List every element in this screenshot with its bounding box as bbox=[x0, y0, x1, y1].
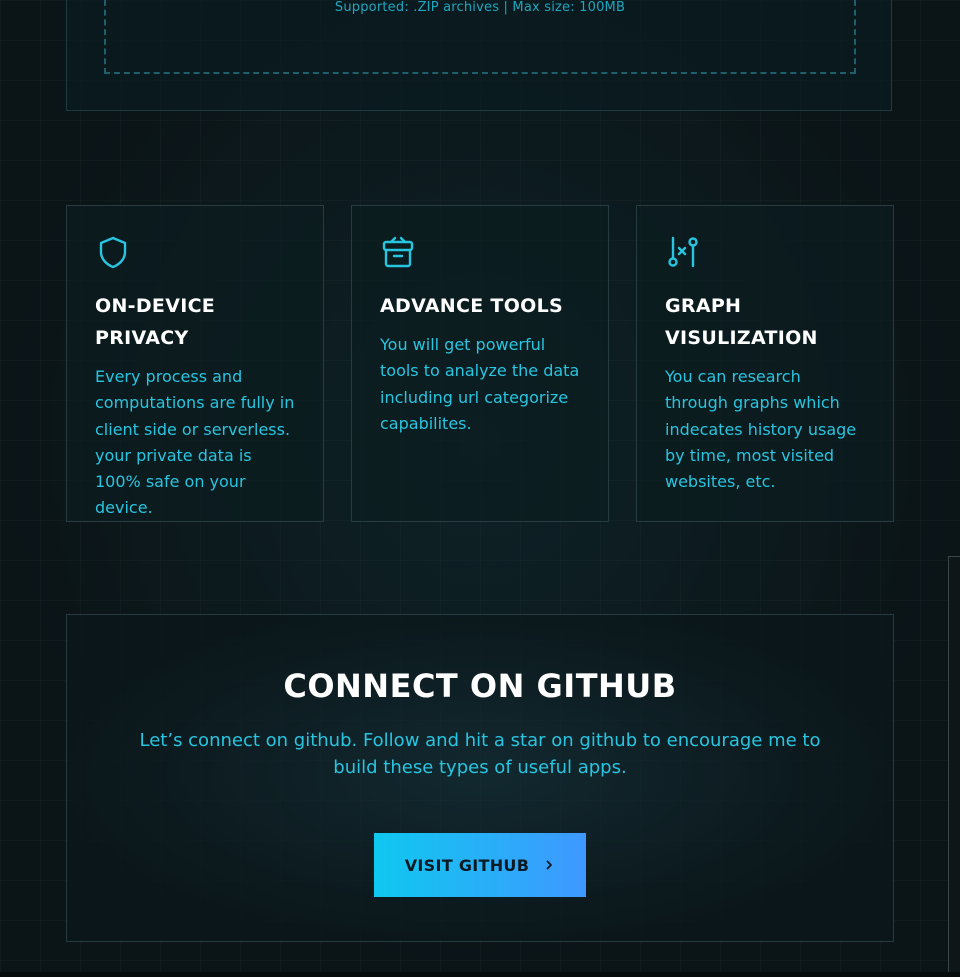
feature-description: You can research through graphs which in… bbox=[665, 367, 857, 492]
feature-description: Every process and computations are fully… bbox=[95, 367, 295, 518]
feature-title: GRAPH VISULIZATION bbox=[665, 295, 818, 349]
bottom-edge bbox=[0, 972, 960, 977]
chevron-right-icon bbox=[546, 860, 553, 870]
scrollbar[interactable] bbox=[948, 556, 960, 972]
upload-panel: Supported: .ZIP archives | Max size: 100… bbox=[66, 0, 892, 111]
feature-card-tools: ADVANCE TOOLS You will get powerful tool… bbox=[351, 205, 609, 522]
visit-github-button[interactable]: VISIT GITHUB bbox=[374, 833, 586, 897]
github-cta-panel: CONNECT ON GITHUB Let’s connect on githu… bbox=[66, 614, 894, 942]
archive-box-icon bbox=[382, 236, 414, 268]
shield-icon bbox=[99, 236, 127, 269]
cta-description: Let’s connect on github. Follow and hit … bbox=[139, 730, 821, 778]
feature-title: ADVANCE TOOLS bbox=[380, 295, 563, 317]
feature-title: ON-DEVICE PRIVACY bbox=[95, 295, 216, 349]
upload-supported-hint: Supported: .ZIP archives | Max size: 100… bbox=[334, 0, 626, 15]
cta-title: CONNECT ON GITHUB bbox=[283, 667, 677, 705]
feature-card-privacy: ON-DEVICE PRIVACY Every process and comp… bbox=[66, 205, 324, 522]
feature-card-graph: GRAPH VISULIZATION You can research thro… bbox=[636, 205, 894, 522]
file-dropzone[interactable]: Supported: .ZIP archives | Max size: 100… bbox=[104, 0, 856, 74]
visit-github-label: VISIT GITHUB bbox=[404, 855, 530, 875]
git-compare-icon bbox=[668, 236, 698, 268]
feature-description: You will get powerful tools to analyze t… bbox=[380, 335, 580, 433]
